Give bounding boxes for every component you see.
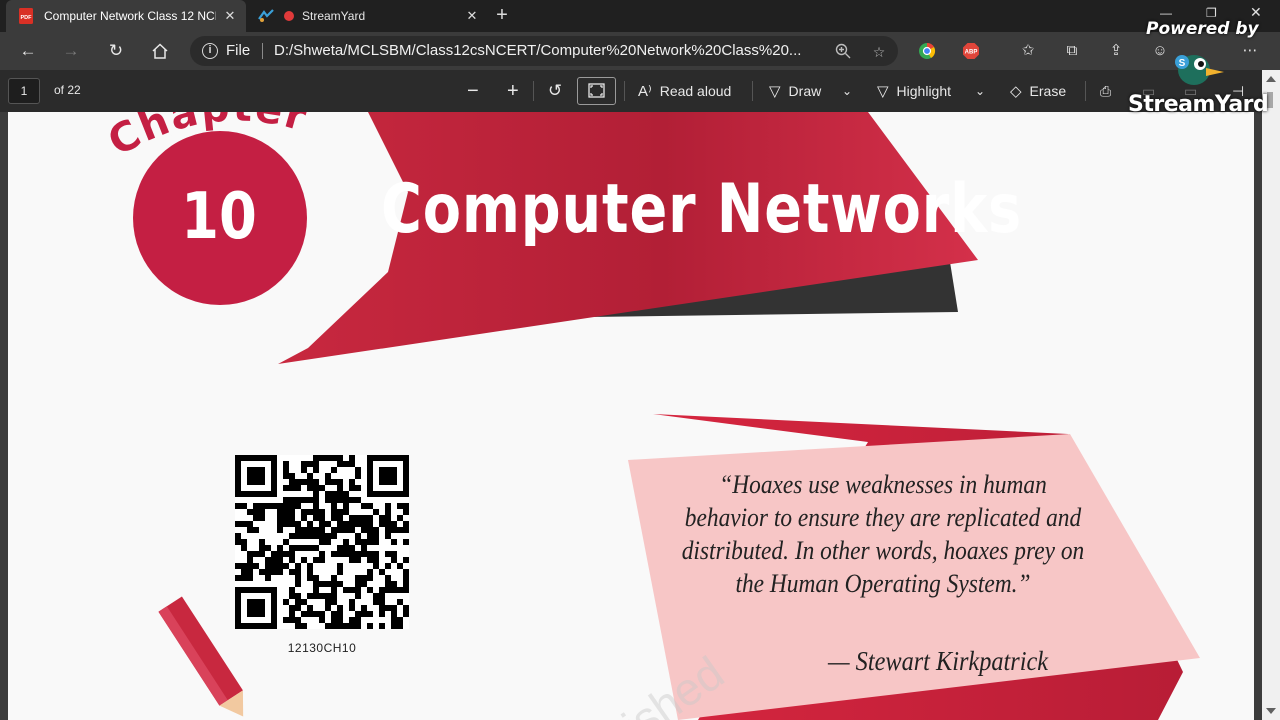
erase-button[interactable]: ◇ Erase xyxy=(1010,81,1066,101)
url-scheme-label: File xyxy=(226,42,251,59)
adblock-plus-icon[interactable]: ABP xyxy=(962,42,980,60)
profile-icon[interactable]: ☺ xyxy=(1150,41,1170,61)
print-icon[interactable]: ⎙ xyxy=(1100,81,1111,101)
vertical-scrollbar[interactable] xyxy=(1262,70,1280,720)
tab-streamyard[interactable]: StreamYard ✕ xyxy=(248,0,488,32)
tab-strip: PDF Computer Network Class 12 NCERT ✕ St… xyxy=(0,0,1280,32)
pdf-toolbar: 1 of 22 − + ↺ A⁾ Read aloud ▽ Draw ⌄ ▽ H… xyxy=(0,70,1280,112)
highlight-button[interactable]: ▽ Highlight xyxy=(877,81,951,101)
quote-line: the Human Operating System.” xyxy=(735,569,1031,598)
refresh-icon[interactable]: ↻ xyxy=(105,40,127,62)
address-bar[interactable]: i File D:/Shweta/MCLSBM/Class12csNCERT/C… xyxy=(190,36,898,66)
close-tab-icon[interactable]: ✕ xyxy=(222,8,238,24)
streamyard-brand: StreamYard xyxy=(1128,92,1269,117)
home-icon[interactable] xyxy=(149,40,171,62)
pdf-page: Chapter 10 Computer Networks 12130CH10 “… xyxy=(8,112,1254,720)
qr-code-label: 12130CH10 xyxy=(287,641,357,655)
pdf-icon: PDF xyxy=(18,8,34,24)
svg-text:PDF: PDF xyxy=(21,15,33,21)
page-number-input[interactable]: 1 xyxy=(8,78,40,104)
scroll-down-arrow-icon[interactable] xyxy=(1266,708,1276,714)
url-text[interactable]: D:/Shweta/MCLSBM/Class12csNCERT/Computer… xyxy=(274,42,834,59)
chapter-title: Computer Networks xyxy=(381,170,1022,249)
chrome-extension-icon[interactable] xyxy=(918,42,936,60)
favorites-icon[interactable]: ✩ xyxy=(1018,41,1038,61)
favorite-star-icon[interactable]: ☆ xyxy=(870,43,888,61)
quote-author: — Stewart Kirkpatrick xyxy=(828,646,1049,676)
svg-text:S: S xyxy=(1179,58,1186,69)
quote-line: “Hoaxes use weaknesses in human xyxy=(719,470,1047,499)
restore-icon[interactable]: ❐ xyxy=(1206,6,1217,20)
more-menu-icon[interactable]: ⋯ xyxy=(1240,41,1260,61)
pdf-viewer[interactable]: Chapter 10 Computer Networks 12130CH10 “… xyxy=(0,112,1280,720)
read-aloud-button[interactable]: A⁾ Read aloud xyxy=(638,81,731,101)
read-aloud-label: Read aloud xyxy=(659,83,732,99)
fit-page-icon xyxy=(588,83,605,98)
tab-title: StreamYard xyxy=(302,9,366,23)
divider xyxy=(262,43,263,59)
page-total: of 22 xyxy=(54,83,81,97)
highlight-options-chevron-icon[interactable]: ⌄ xyxy=(975,81,985,101)
info-icon[interactable]: i xyxy=(202,43,218,59)
tab-pdf-document[interactable]: PDF Computer Network Class 12 NCERT ✕ xyxy=(6,0,246,32)
recording-dot-icon xyxy=(284,8,294,24)
back-arrow-icon[interactable]: ← xyxy=(17,40,39,62)
chapter-number: 10 xyxy=(181,180,257,254)
powered-by-label: Powered by xyxy=(1146,19,1259,39)
qr-code xyxy=(235,455,409,629)
tab-title: Computer Network Class 12 NCERT xyxy=(44,9,216,23)
draw-button[interactable]: ▽ Draw xyxy=(769,81,821,101)
minimize-icon[interactable]: — xyxy=(1160,6,1172,20)
streamyard-favicon-icon xyxy=(258,8,274,24)
streamyard-logo-icon: S xyxy=(1175,55,1224,85)
rotate-icon[interactable]: ↺ xyxy=(548,81,562,101)
zoom-icon[interactable] xyxy=(834,43,852,61)
divider xyxy=(533,81,534,101)
close-tab-icon[interactable]: ✕ xyxy=(464,8,480,24)
fit-to-page-button[interactable] xyxy=(577,77,616,105)
forward-arrow-icon[interactable]: → xyxy=(60,40,82,62)
navigation-bar: ← → ↻ i File D:/Shweta/MCLSBM/Class12csN… xyxy=(0,32,1280,70)
divider xyxy=(624,81,625,101)
divider xyxy=(752,81,753,101)
scroll-up-arrow-icon[interactable] xyxy=(1266,76,1276,82)
epigraph-quote: “Hoaxes use weaknesses in human behavior… xyxy=(672,468,1095,600)
new-tab-button[interactable]: + xyxy=(492,5,512,26)
erase-label: Erase xyxy=(1029,83,1067,99)
quote-line: behavior to ensure they are replicated a… xyxy=(684,503,1082,532)
draw-options-chevron-icon[interactable]: ⌄ xyxy=(842,81,852,101)
highlighter-icon: ▽ xyxy=(877,83,889,100)
draw-pen-icon: ▽ xyxy=(769,83,781,100)
zoom-out-icon[interactable]: − xyxy=(467,80,479,102)
draw-label: Draw xyxy=(788,83,822,99)
svg-text:ABP: ABP xyxy=(965,50,978,56)
collections-icon[interactable]: ⧉ xyxy=(1062,41,1082,61)
zoom-in-icon[interactable]: + xyxy=(507,80,519,102)
share-icon[interactable]: ⇪ xyxy=(1106,41,1126,61)
eraser-icon: ◇ xyxy=(1010,83,1022,100)
quote-line: distributed. In other words, hoaxes prey… xyxy=(681,536,1085,565)
divider xyxy=(1085,81,1086,101)
highlight-label: Highlight xyxy=(896,83,952,99)
read-aloud-icon: A⁾ xyxy=(638,83,652,100)
